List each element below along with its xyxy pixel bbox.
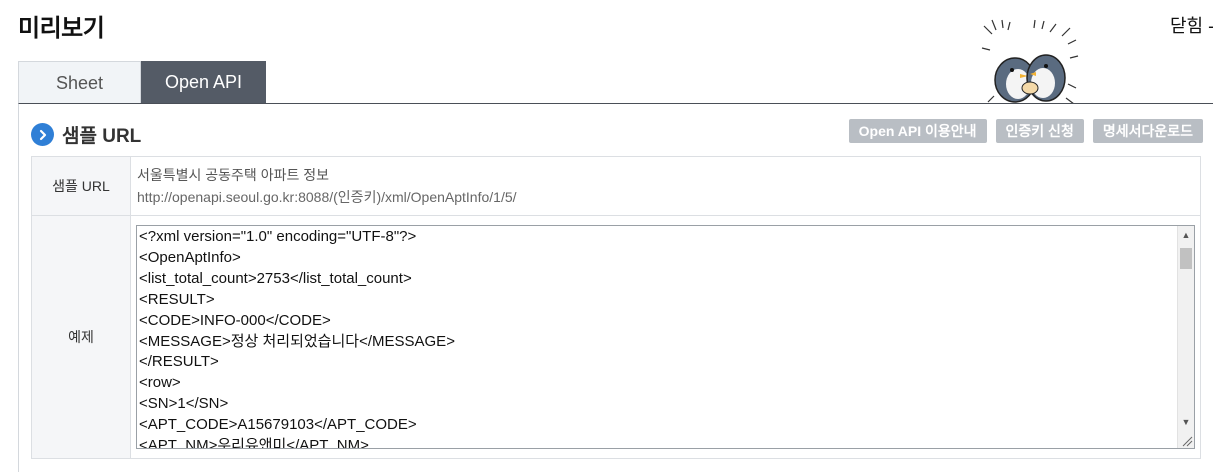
resize-grip-icon[interactable] [1180,434,1193,447]
code-line: <MESSAGE>정상 처리되었습니다</MESSAGE> [139,332,455,350]
section-title: 샘플 URL [62,126,142,147]
sample-table: 샘플 URL 서울특별시 공동주택 아파트 정보 http://openapi.… [31,156,1201,459]
code-line: <OpenAptInfo> [139,248,241,266]
sample-url-link[interactable]: http://openapi.seoul.go.kr:8088/(인증키)/xm… [137,186,1194,208]
table-row: 샘플 URL 서울특별시 공동주택 아파트 정보 http://openapi.… [31,156,1201,216]
action-buttons: Open API 이용안내 인증키 신청 명세서다운로드 [848,119,1203,143]
code-line: <APT_CODE>A15679103</APT_CODE> [139,416,417,434]
code-line: </RESULT> [139,353,219,371]
code-line: <SN>1</SN> [139,395,229,413]
page-title: 미리보기 [18,15,105,42]
code-lines: <?xml version="1.0" encoding="UTF-8"?> <… [139,227,455,449]
code-line: <RESULT> [139,290,215,308]
code-line: <list_total_count>2753</list_total_count… [139,269,412,287]
api-guide-button[interactable]: Open API 이용안내 [848,119,987,143]
sample-url-description: 서울특별시 공동주택 아파트 정보 [137,167,329,183]
code-line: <APT_NM>우리유앤미</APT_NM> [139,437,369,449]
scroll-up-icon[interactable]: ▲ [1178,227,1194,243]
sample-url-label: 샘플 URL [31,156,131,216]
tab-sheet[interactable]: Sheet [18,61,141,103]
code-line: <row> [139,374,181,392]
code-line: <CODE>INFO-000</CODE> [139,311,331,329]
scroll-down-icon[interactable]: ▼ [1178,414,1194,430]
example-label: 예제 [31,215,131,459]
vertical-scrollbar[interactable]: ▲ ▼ [1177,226,1194,448]
tab-open-api[interactable]: Open API [141,61,266,103]
close-button[interactable]: 닫힘 - [1170,12,1213,38]
scroll-thumb[interactable] [1180,248,1192,269]
example-code-textarea[interactable]: <?xml version="1.0" encoding="UTF-8"?> <… [136,225,1195,449]
spec-download-button[interactable]: 명세서다운로드 [1092,119,1203,143]
auth-key-request-button[interactable]: 인증키 신청 [995,119,1084,143]
chevron-right-icon [31,123,54,146]
section-header: 샘플 URL [31,121,141,148]
code-line: <?xml version="1.0" encoding="UTF-8"?> [139,228,417,245]
table-row: 예제 <?xml version="1.0" encoding="UTF-8"?… [31,215,1201,459]
sample-url-cell: 서울특별시 공동주택 아파트 정보 http://openapi.seoul.g… [130,156,1201,216]
tab-bar: Sheet Open API [18,61,266,103]
example-cell: <?xml version="1.0" encoding="UTF-8"?> <… [130,215,1201,459]
open-api-panel: 샘플 URL Open API 이용안내 인증키 신청 명세서다운로드 샘플 U… [18,103,1213,472]
